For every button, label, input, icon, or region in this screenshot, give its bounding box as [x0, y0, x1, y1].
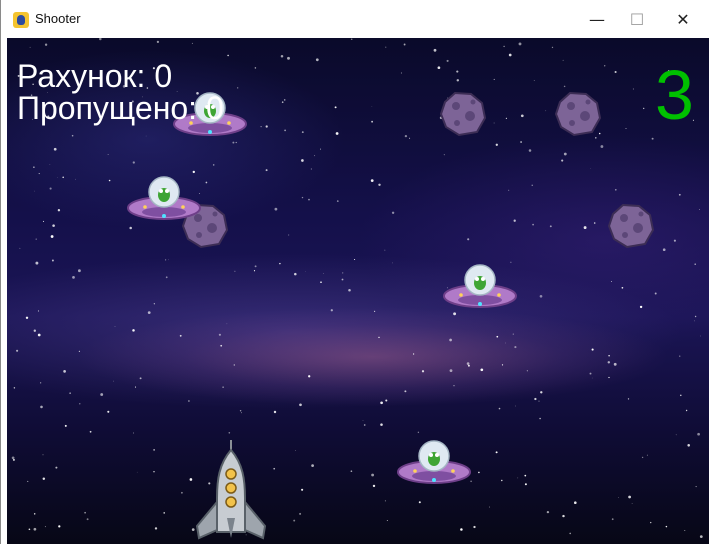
game-window: Shooter — ☐ ✕ Рахунок: 0 Пропущено: 0 3: [0, 0, 709, 544]
asteroid-icon: [607, 203, 655, 249]
score-label: Рахунок: 0: [17, 58, 173, 94]
ufo-alien-icon: [443, 264, 517, 308]
title-bar[interactable]: Shooter — ☐ ✕: [1, 0, 709, 38]
game-canvas[interactable]: Рахунок: 0 Пропущено: 0 3: [7, 38, 709, 544]
asteroid-icon: [554, 91, 602, 137]
python-app-icon: [13, 12, 29, 28]
window-title: Shooter: [35, 11, 81, 26]
close-button[interactable]: ✕: [660, 0, 706, 38]
missed-label: Пропущено: 0: [17, 90, 224, 126]
lives-counter: 3: [655, 56, 694, 134]
rocket-icon[interactable]: [191, 440, 271, 540]
ufo-alien-icon: [397, 440, 471, 484]
maximize-button[interactable]: ☐: [614, 0, 660, 38]
asteroid-icon: [439, 91, 487, 137]
ufo-alien-icon: [127, 176, 201, 220]
